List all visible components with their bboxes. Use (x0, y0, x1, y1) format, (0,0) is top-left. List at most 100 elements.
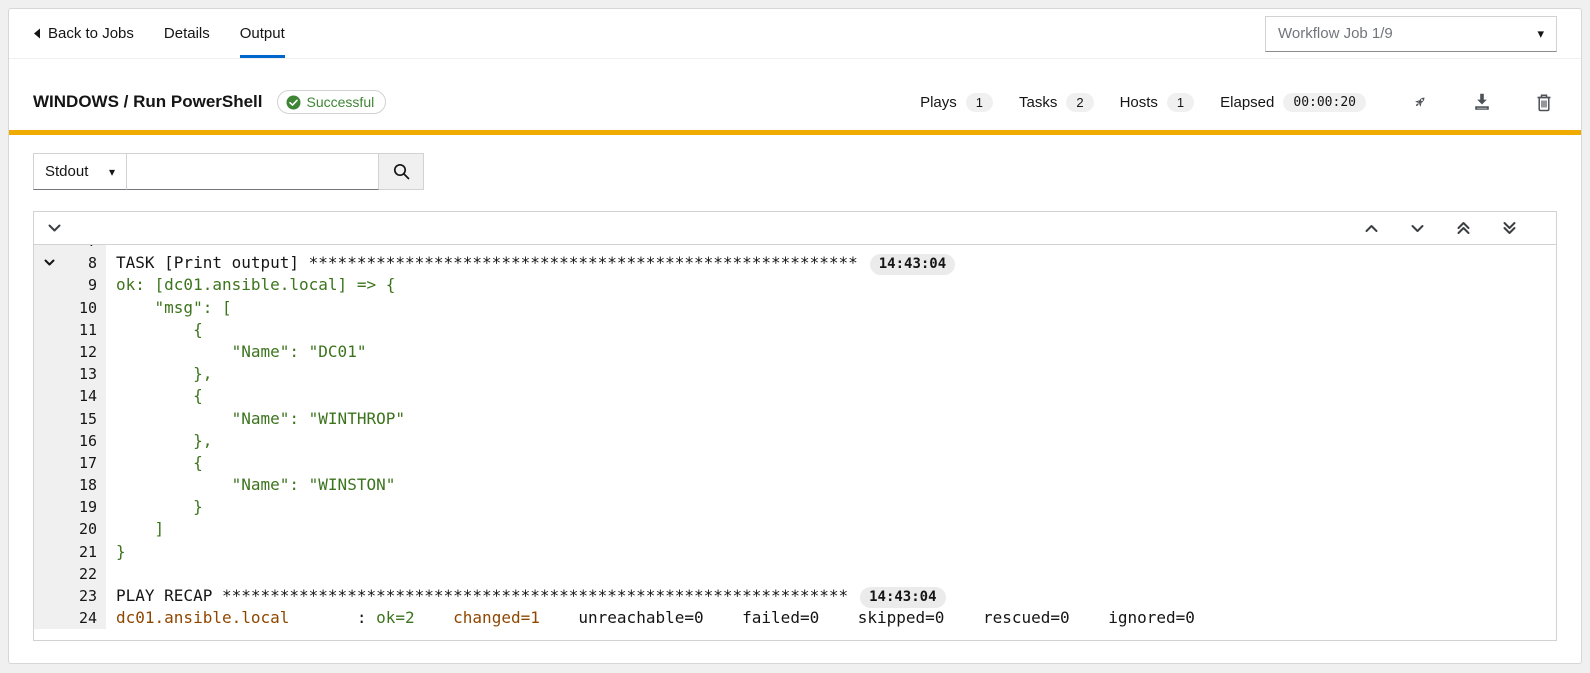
console-line: 22 (34, 563, 1556, 585)
job-header: WINDOWS / Run PowerShell Successful Play… (9, 78, 1581, 126)
search-input[interactable] (127, 153, 379, 190)
stat-label: Hosts (1120, 94, 1158, 111)
line-segment (415, 608, 454, 627)
console-line: 15 "Name": "WINTHROP" (34, 408, 1556, 430)
stat-hosts: Hosts1 (1120, 93, 1195, 112)
line-content: { (106, 452, 203, 474)
console-line: 20 ] (34, 518, 1556, 540)
line-content (106, 563, 116, 585)
chevron-up-icon[interactable] (1365, 224, 1378, 233)
back-caret-icon (33, 28, 41, 39)
line-segment: { (116, 453, 203, 472)
line-content: PLAY RECAP *****************************… (106, 585, 946, 607)
download-icon[interactable] (1473, 93, 1491, 111)
chevron-down-icon[interactable] (1411, 224, 1424, 233)
line-gutter: 7 (34, 245, 106, 252)
console-line: 11 { (34, 319, 1556, 341)
line-segment: { (116, 386, 203, 405)
output-panel-toolbar (34, 212, 1556, 245)
stdout-filter-select[interactable]: Stdout ▾ (33, 153, 127, 190)
line-content: ] (106, 518, 164, 540)
line-segment: }, (116, 431, 212, 450)
stat-label: Plays (920, 94, 957, 111)
workflow-job-select-value: Workflow Job 1/9 (1278, 25, 1393, 42)
stat-value-badge: 1 (966, 93, 993, 112)
line-number: 18 (64, 474, 106, 496)
line-gutter: 8 (34, 252, 106, 274)
line-number: 23 (64, 585, 106, 607)
line-content: { (106, 319, 203, 341)
search-icon (393, 163, 410, 180)
stat-tasks: Tasks 2 (1019, 93, 1094, 112)
job-output-page: Back to Jobs Details Output Workflow Job… (8, 8, 1582, 664)
line-segment: } (116, 497, 203, 516)
tab-bar: Back to Jobs Details Output Workflow Job… (9, 9, 1581, 59)
status-badge[interactable]: Successful (277, 90, 387, 114)
timestamp-badge: 14:43:04 (860, 587, 945, 608)
stat-value-badge: 00:00:20 (1283, 93, 1366, 112)
line-content: dc01.ansible.local : ok=2 changed=1 unre… (106, 607, 1195, 629)
line-segment: changed=1 (453, 608, 540, 627)
line-content: "Name": "DC01" (106, 341, 366, 363)
line-number: 12 (64, 341, 106, 363)
console-line: 13 }, (34, 363, 1556, 385)
console-line: 14 { (34, 385, 1556, 407)
line-number: 22 (64, 563, 106, 585)
line-gutter: 12 (34, 341, 106, 363)
line-segment: { (116, 320, 203, 339)
console-line: 18 "Name": "WINSTON" (34, 474, 1556, 496)
line-number: 16 (64, 430, 106, 452)
search-button[interactable] (379, 153, 424, 190)
console-line: 7 (34, 245, 1556, 252)
job-status-bar (9, 130, 1581, 135)
line-gutter: 22 (34, 563, 106, 585)
line-gutter: 14 (34, 385, 106, 407)
job-actions (1410, 93, 1553, 112)
collapse-all-chevron-icon[interactable] (48, 224, 61, 233)
console-line: 23 PLAY RECAP ***************************… (34, 585, 1556, 607)
console-line: 8TASK [Print output] *******************… (34, 252, 1556, 274)
chevron-down-icon: ▾ (1537, 26, 1544, 42)
back-to-jobs-link[interactable]: Back to Jobs (33, 9, 134, 58)
line-segment: } (116, 542, 126, 561)
line-content: } (106, 541, 126, 563)
status-label: Successful (307, 94, 375, 110)
line-segment: ] (116, 519, 164, 538)
line-content: TASK [Print output] ********************… (106, 252, 955, 274)
line-number: 8 (64, 252, 106, 274)
line-gutter: 13 (34, 363, 106, 385)
workflow-job-select[interactable]: Workflow Job 1/9 ▾ (1265, 16, 1557, 52)
job-stats: Plays1Tasks2Hosts1Elapsed00:00:20 (894, 93, 1557, 112)
line-gutter: 16 (34, 430, 106, 452)
line-gutter: 20 (34, 518, 106, 540)
rocket-icon[interactable] (1410, 93, 1429, 112)
double-chevron-up-icon[interactable] (1457, 221, 1470, 235)
line-content: "Name": "WINTHROP" (106, 408, 405, 430)
line-gutter: 11 (34, 319, 106, 341)
console-line: 17 { (34, 452, 1556, 474)
stdout-filter-value: Stdout (45, 163, 88, 180)
console-line: 16 }, (34, 430, 1556, 452)
double-chevron-down-icon[interactable] (1503, 221, 1516, 235)
line-segment: "Name": "WINTHROP" (116, 409, 405, 428)
line-gutter: 10 (34, 297, 106, 319)
stat-value-badge: 2 (1066, 93, 1093, 112)
trash-icon[interactable] (1535, 93, 1553, 112)
line-number: 17 (64, 452, 106, 474)
line-number: 20 (64, 518, 106, 540)
line-gutter: 21 (34, 541, 106, 563)
stat-label: Tasks (1019, 94, 1057, 111)
tab-output[interactable]: Output (240, 9, 285, 58)
console-viewport[interactable]: 78TASK [Print output] ******************… (34, 245, 1556, 640)
line-number: 24 (64, 607, 106, 629)
line-segment: PLAY RECAP *****************************… (116, 586, 848, 605)
line-content: ok: [dc01.ansible.local] => { (106, 274, 395, 296)
line-content: } (106, 496, 203, 518)
tab-details[interactable]: Details (164, 9, 210, 58)
line-gutter: 18 (34, 474, 106, 496)
chevron-down-icon: ▾ (109, 165, 115, 179)
line-segment: unreachable=0 failed=0 skipped=0 rescued… (540, 608, 1195, 627)
line-expander-chevron-icon[interactable] (34, 259, 64, 267)
line-segment: ok=2 (376, 608, 415, 627)
line-segment: "Name": "WINSTON" (116, 475, 395, 494)
